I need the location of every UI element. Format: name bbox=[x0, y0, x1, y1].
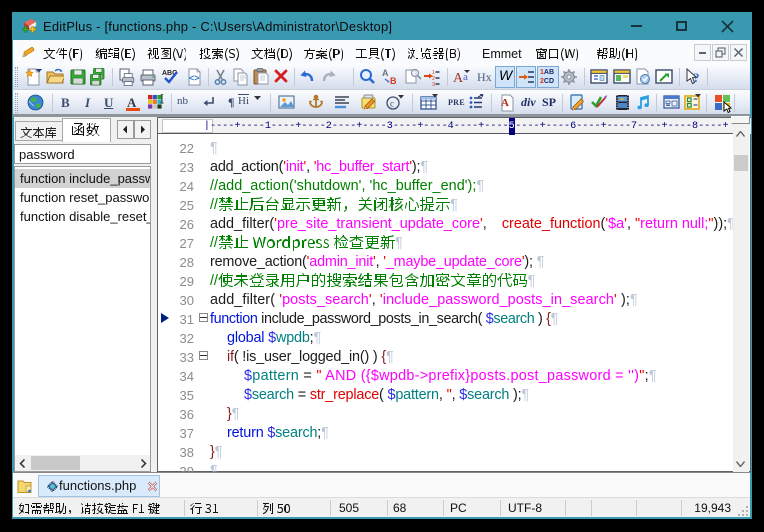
svg-text:3: 3 bbox=[432, 82, 435, 86]
svg-text:Hx: Hx bbox=[477, 70, 492, 84]
svg-text:B: B bbox=[390, 76, 397, 86]
svg-text:a: a bbox=[463, 71, 468, 83]
svg-text:A: A bbox=[382, 68, 389, 78]
svg-text:A: A bbox=[501, 97, 509, 109]
svg-text:<>: <> bbox=[189, 73, 200, 83]
svg-text:c: c bbox=[390, 99, 394, 109]
